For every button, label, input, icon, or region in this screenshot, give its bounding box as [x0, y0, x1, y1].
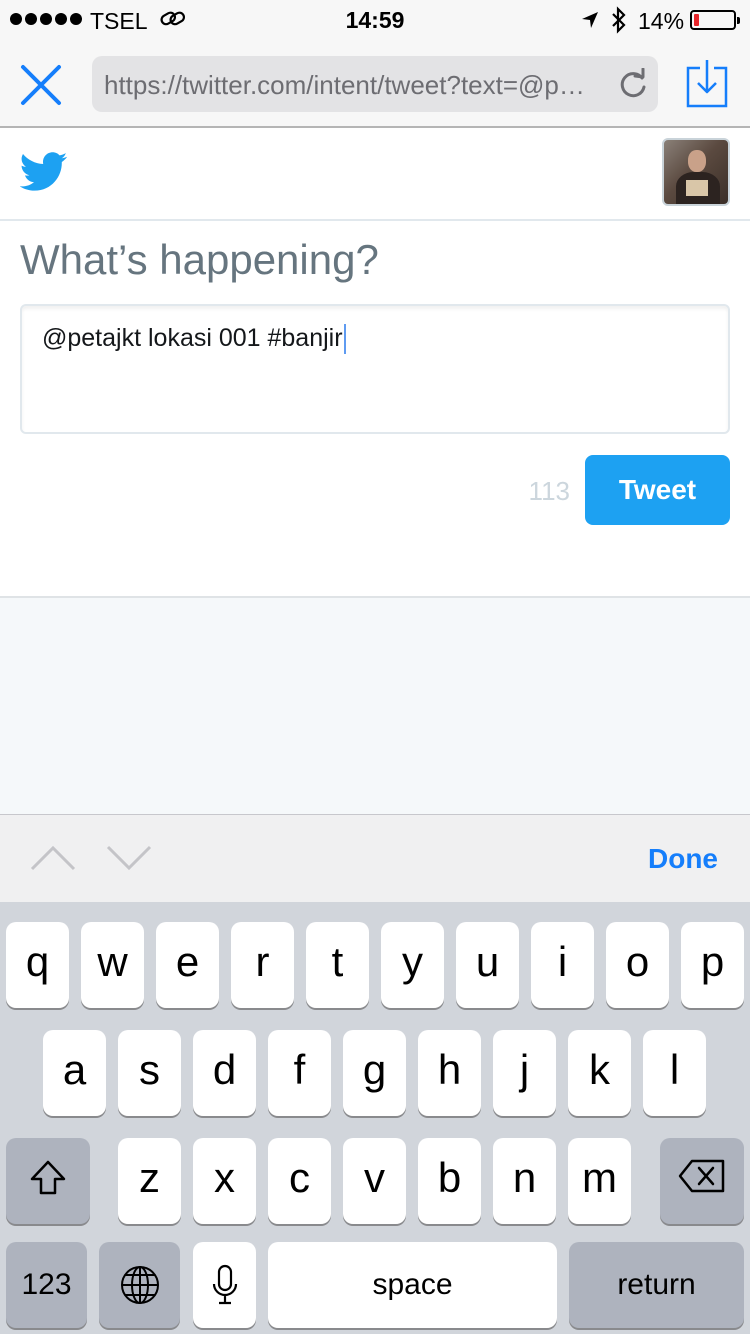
key-g[interactable]: g	[343, 1030, 406, 1116]
text-cursor	[343, 324, 346, 355]
tweet-text-value: @petajkt lokasi 001 #banjir	[42, 324, 343, 352]
globe-key[interactable]	[99, 1242, 180, 1328]
reload-icon[interactable]	[618, 67, 648, 105]
key-h[interactable]: h	[418, 1030, 481, 1116]
location-arrow-icon	[580, 10, 600, 36]
backspace-icon	[678, 1159, 725, 1193]
chevron-down-icon[interactable]	[106, 845, 152, 876]
close-icon[interactable]	[20, 64, 62, 106]
key-e[interactable]: e	[156, 922, 219, 1008]
key-p[interactable]: p	[681, 922, 744, 1008]
return-key[interactable]: return	[569, 1242, 744, 1328]
key-o[interactable]: o	[606, 922, 669, 1008]
key-t[interactable]: t	[306, 922, 369, 1008]
key-w[interactable]: w	[81, 922, 144, 1008]
key-s[interactable]: s	[118, 1030, 181, 1116]
key-m[interactable]: m	[568, 1138, 631, 1224]
key-v[interactable]: v	[343, 1138, 406, 1224]
url-text: https://twitter.com/intent/tweet?text=@p…	[104, 70, 594, 100]
shift-key[interactable]	[6, 1138, 90, 1224]
key-u[interactable]: u	[456, 922, 519, 1008]
share-icon[interactable]	[686, 58, 728, 113]
tweet-button[interactable]: Tweet	[585, 455, 730, 525]
browser-toolbar: https://twitter.com/intent/tweet?text=@p…	[0, 40, 750, 128]
key-b[interactable]: b	[418, 1138, 481, 1224]
url-bar[interactable]: https://twitter.com/intent/tweet?text=@p…	[92, 56, 658, 112]
done-button[interactable]: Done	[648, 843, 718, 875]
key-z[interactable]: z	[118, 1138, 181, 1224]
key-d[interactable]: d	[193, 1030, 256, 1116]
key-l[interactable]: l	[643, 1030, 706, 1116]
status-bar: TSEL 14:59 14%	[0, 0, 750, 40]
key-k[interactable]: k	[568, 1030, 631, 1116]
key-f[interactable]: f	[268, 1030, 331, 1116]
form-accessory-bar: Done	[0, 814, 750, 902]
page-background	[0, 598, 750, 814]
key-i[interactable]: i	[531, 922, 594, 1008]
compose-heading: What’s happening?	[20, 236, 379, 283]
delete-key[interactable]	[660, 1138, 744, 1224]
twitter-bird-icon	[19, 152, 68, 197]
keyboard: q w e r t y u i o p a s d f g h j k l z …	[0, 902, 750, 1334]
battery-icon	[690, 10, 740, 30]
shift-icon	[30, 1160, 66, 1195]
avatar[interactable]	[662, 138, 730, 206]
twitter-header	[0, 130, 750, 221]
chevron-up-icon[interactable]	[30, 845, 76, 876]
key-r[interactable]: r	[231, 922, 294, 1008]
microphone-icon	[212, 1264, 237, 1305]
globe-icon	[120, 1266, 159, 1304]
key-x[interactable]: x	[193, 1138, 256, 1224]
key-n[interactable]: n	[493, 1138, 556, 1224]
key-y[interactable]: y	[381, 922, 444, 1008]
bluetooth-icon	[610, 6, 628, 40]
key-q[interactable]: q	[6, 922, 69, 1008]
key-a[interactable]: a	[43, 1030, 106, 1116]
space-key[interactable]: space	[268, 1242, 557, 1328]
tweet-textarea[interactable]: @petajkt lokasi 001 #banjir	[20, 304, 730, 434]
key-j[interactable]: j	[493, 1030, 556, 1116]
microphone-key[interactable]	[193, 1242, 256, 1328]
battery-level-fill	[694, 14, 699, 26]
key-c[interactable]: c	[268, 1138, 331, 1224]
character-counter: 113	[528, 476, 570, 506]
numbers-key[interactable]: 123	[6, 1242, 87, 1328]
battery-percent: 14%	[638, 8, 685, 34]
